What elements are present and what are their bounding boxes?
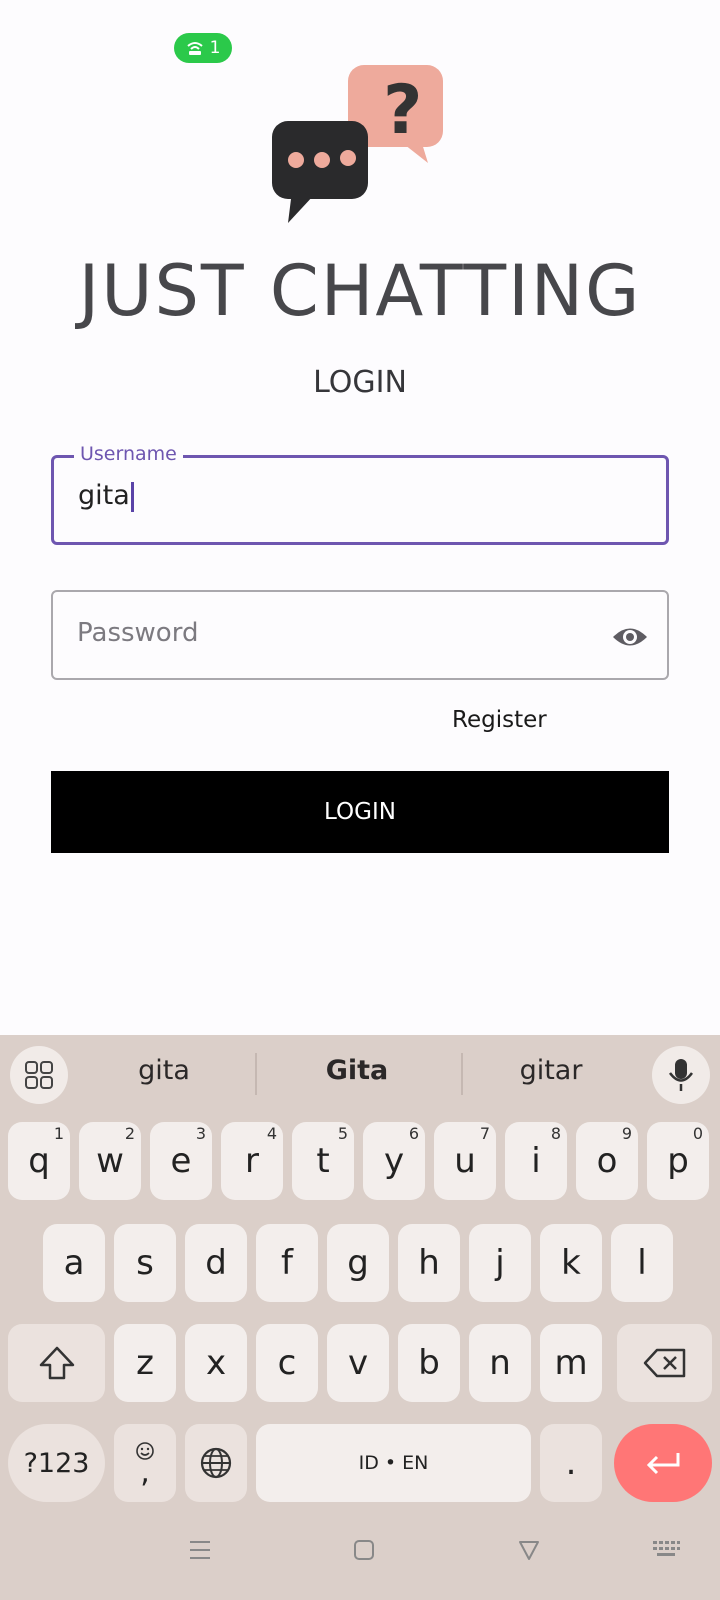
password-placeholder: Password	[77, 618, 199, 648]
back-button[interactable]	[509, 1530, 549, 1570]
keyboard-apps-button[interactable]	[10, 1046, 68, 1104]
hotspot-count: 1	[209, 38, 221, 58]
voice-input-button[interactable]	[652, 1046, 710, 1104]
key-h[interactable]: h	[398, 1224, 460, 1302]
key-i[interactable]: 8i	[505, 1122, 567, 1200]
key-u[interactable]: 7u	[434, 1122, 496, 1200]
home-button[interactable]	[344, 1530, 384, 1570]
key-z[interactable]: z	[114, 1324, 176, 1402]
hotspot-icon	[186, 42, 203, 55]
username-value: gita	[78, 480, 130, 511]
key-r[interactable]: 4r	[221, 1122, 283, 1200]
username-label: Username	[74, 443, 183, 465]
key-g[interactable]: g	[327, 1224, 389, 1302]
key-l[interactable]: l	[611, 1224, 673, 1302]
text-caret	[130, 481, 134, 512]
enter-key[interactable]	[614, 1424, 712, 1502]
key-hint: 1	[53, 1124, 64, 1143]
app-title: JUST CHATTING	[78, 250, 642, 332]
key-label: w	[96, 1141, 124, 1181]
key-n[interactable]: n	[469, 1324, 531, 1402]
microphone-icon	[668, 1059, 694, 1091]
hotspot-status-pill[interactable]: 1	[174, 33, 232, 63]
username-value-wrap: gita	[78, 480, 134, 512]
key-d[interactable]: d	[185, 1224, 247, 1302]
key-b[interactable]: b	[398, 1324, 460, 1402]
key-v[interactable]: v	[327, 1324, 389, 1402]
globe-icon	[200, 1447, 232, 1479]
key-y[interactable]: 6y	[363, 1122, 425, 1200]
keyboard-switch-button[interactable]	[646, 1530, 686, 1570]
language-key[interactable]	[185, 1424, 247, 1502]
key-hint: 4	[266, 1124, 277, 1143]
suggestion-divider	[255, 1053, 257, 1095]
key-q[interactable]: 1q	[8, 1122, 70, 1200]
key-j[interactable]: j	[469, 1224, 531, 1302]
backspace-icon	[643, 1348, 685, 1378]
key-p[interactable]: 0p	[647, 1122, 709, 1200]
password-field[interactable]: Password	[51, 590, 669, 680]
suggestion-3[interactable]: gitar	[461, 1055, 641, 1086]
key-hint: 5	[337, 1124, 348, 1143]
key-t[interactable]: 5t	[292, 1122, 354, 1200]
key-s[interactable]: s	[114, 1224, 176, 1302]
key-label: p	[667, 1141, 689, 1181]
key-m[interactable]: m	[540, 1324, 602, 1402]
login-button[interactable]: LOGIN	[51, 771, 669, 853]
menu-icon	[190, 1541, 210, 1559]
key-hint: 0	[692, 1124, 703, 1143]
suggestion-2[interactable]: Gita	[267, 1055, 447, 1086]
key-hint: 2	[124, 1124, 135, 1143]
grid-icon	[25, 1061, 53, 1089]
comma-label: ,	[140, 1455, 150, 1490]
shift-icon	[39, 1346, 74, 1380]
key-hint: 9	[621, 1124, 632, 1143]
key-c[interactable]: c	[256, 1324, 318, 1402]
key-x[interactable]: x	[185, 1324, 247, 1402]
key-k[interactable]: k	[540, 1224, 602, 1302]
chat-bubbles-logo: ?	[272, 65, 443, 223]
key-label: u	[454, 1141, 476, 1181]
key-hint: 7	[479, 1124, 490, 1143]
key-a[interactable]: a	[43, 1224, 105, 1302]
svg-text:?: ?	[383, 71, 422, 150]
key-hint: 6	[408, 1124, 419, 1143]
key-label: t	[316, 1141, 330, 1181]
shift-key[interactable]	[8, 1324, 105, 1402]
home-icon	[354, 1540, 374, 1560]
space-key[interactable]: ID • EN	[256, 1424, 531, 1502]
key-label: e	[170, 1141, 192, 1181]
key-label: q	[28, 1141, 50, 1181]
login-heading: LOGIN	[313, 365, 407, 400]
backspace-key[interactable]	[617, 1324, 712, 1402]
key-hint: 8	[550, 1124, 561, 1143]
recent-apps-button[interactable]	[180, 1530, 220, 1570]
back-icon	[519, 1541, 539, 1560]
key-e[interactable]: 3e	[150, 1122, 212, 1200]
register-link[interactable]: Register	[452, 707, 547, 733]
key-w[interactable]: 2w	[79, 1122, 141, 1200]
enter-icon	[646, 1453, 680, 1475]
key-label: o	[596, 1141, 618, 1181]
system-navigation-bar	[0, 1510, 720, 1600]
key-label: y	[383, 1141, 405, 1181]
period-key[interactable]: .	[540, 1424, 602, 1502]
key-o[interactable]: 9o	[576, 1122, 638, 1200]
comma-emoji-key[interactable]: ,	[114, 1424, 176, 1502]
key-label: r	[245, 1141, 259, 1181]
key-f[interactable]: f	[256, 1224, 318, 1302]
username-field[interactable]: Username gita	[51, 443, 669, 545]
eye-icon[interactable]	[611, 622, 649, 652]
key-hint: 3	[195, 1124, 206, 1143]
suggestion-bar: gita Gita gitar	[0, 1035, 720, 1115]
keyboard-icon	[653, 1541, 680, 1556]
key-label: i	[531, 1141, 541, 1181]
symbols-key[interactable]: ?123	[8, 1424, 105, 1502]
suggestion-1[interactable]: gita	[74, 1055, 254, 1086]
